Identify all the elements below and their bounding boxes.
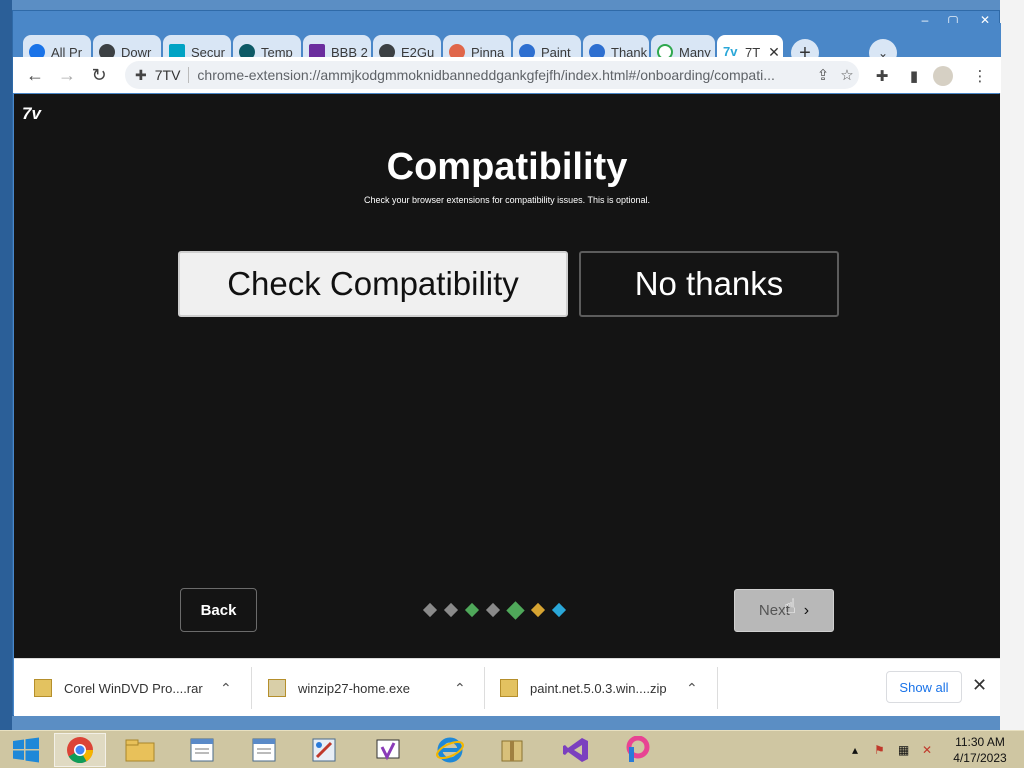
mouse-cursor-icon: ☝: [784, 596, 797, 618]
progress-dot: [485, 602, 501, 618]
chevron-right-icon: ›: [803, 601, 810, 619]
menu-icon[interactable]: ⋮: [969, 65, 991, 87]
divider: [717, 667, 718, 709]
divider: [251, 667, 252, 709]
desktop-background-left: [0, 0, 12, 730]
download-item[interactable]: Corel WinDVD Pro....rar ⌃: [34, 659, 244, 717]
visual-studio-icon[interactable]: [362, 733, 414, 767]
download-filename: Corel WinDVD Pro....rar: [64, 680, 203, 696]
progress-dot: [443, 602, 459, 618]
share-icon[interactable]: ⇪: [811, 66, 835, 84]
file-explorer-icon[interactable]: [114, 733, 166, 767]
notepad-icon[interactable]: [238, 733, 290, 767]
clock-time: 11:30 AM: [955, 735, 1005, 749]
forward-arrow-icon[interactable]: →: [55, 63, 79, 87]
check-compatibility-button[interactable]: Check Compatibility: [178, 251, 568, 317]
download-item[interactable]: winzip27-home.exe ⌃: [268, 659, 478, 717]
progress-dot: [530, 602, 546, 618]
divider: [484, 667, 485, 709]
paint-icon[interactable]: [298, 733, 350, 767]
onboarding-page: 7v Compatibility Check your browser exte…: [14, 94, 1000, 658]
7tv-logo: 7v: [22, 104, 41, 123]
downloads-bar: Corel WinDVD Pro....rar ⌃ winzip27-home.…: [14, 658, 1000, 716]
download-item[interactable]: paint.net.5.0.3.win....zip ⌃: [500, 659, 710, 717]
progress-dot: [551, 602, 567, 618]
star-icon[interactable]: ☆: [835, 66, 859, 84]
chevron-up-icon[interactable]: ⌃: [454, 680, 466, 697]
network-icon[interactable]: ▦: [898, 731, 909, 768]
side-panel-icon[interactable]: ▮: [903, 65, 925, 87]
chrome-icon[interactable]: [54, 733, 106, 767]
chevron-up-icon[interactable]: ⌃: [686, 680, 698, 697]
site-name: 7TV: [154, 67, 181, 83]
back-arrow-icon[interactable]: ←: [23, 63, 47, 87]
zip-file-icon: [500, 679, 518, 697]
clock[interactable]: 11:30 AM 4/17/2023: [950, 734, 1010, 766]
clock-date: 4/17/2023: [953, 751, 1007, 765]
back-button[interactable]: Back: [180, 588, 257, 632]
ie-icon[interactable]: [424, 733, 476, 767]
show-all-button[interactable]: Show all: [886, 671, 962, 703]
address-bar[interactable]: ✚ 7TV chrome-extension://ammjkodgmmoknid…: [125, 61, 859, 89]
close-icon[interactable]: ✕: [972, 675, 987, 696]
download-filename: paint.net.5.0.3.win....zip: [530, 680, 667, 696]
progress-dot: [464, 602, 480, 618]
browser-window: – ▢ ✕ All Pr Dowr Secur Temp BBB 2 E2Gu …: [12, 10, 1001, 716]
avatar[interactable]: [933, 66, 953, 86]
desktop-background-right: [1000, 0, 1024, 730]
browser-toolbar: ← → ↻ ✚ 7TV chrome-extension://ammjkodgm…: [13, 57, 1001, 93]
taskbar: ▴ ⚑ ▦ ✕ 11:30 AM 4/17/2023: [0, 730, 1024, 768]
download-filename: winzip27-home.exe: [298, 680, 411, 696]
volume-muted-icon[interactable]: ✕: [922, 731, 932, 768]
installer-file-icon: [268, 679, 286, 697]
reload-icon[interactable]: ↻: [87, 63, 111, 87]
archive-icon[interactable]: [486, 733, 538, 767]
chevron-up-icon[interactable]: ⌃: [220, 680, 232, 697]
page-subtitle: Check your browser extensions for compat…: [364, 195, 650, 205]
archive-file-icon: [34, 679, 52, 697]
picsart-icon[interactable]: [612, 733, 664, 767]
url-text: chrome-extension://ammjkodgmmoknidbanned…: [197, 67, 775, 83]
progress-dots: [422, 600, 575, 620]
page-title: Compatibility: [386, 146, 628, 188]
show-hidden-icons[interactable]: ▴: [852, 731, 858, 768]
notepad-icon[interactable]: [176, 733, 228, 767]
puzzle-icon: ✚: [135, 66, 147, 83]
action-center-icon[interactable]: ⚑: [874, 731, 885, 768]
progress-dot: [422, 602, 438, 618]
progress-dot-current: [506, 600, 525, 620]
start-icon[interactable]: [0, 733, 52, 767]
visual-studio-icon[interactable]: [550, 733, 602, 767]
divider: [188, 67, 190, 83]
extensions-icon[interactable]: ✚: [871, 65, 893, 87]
no-thanks-button[interactable]: No thanks: [579, 251, 839, 317]
